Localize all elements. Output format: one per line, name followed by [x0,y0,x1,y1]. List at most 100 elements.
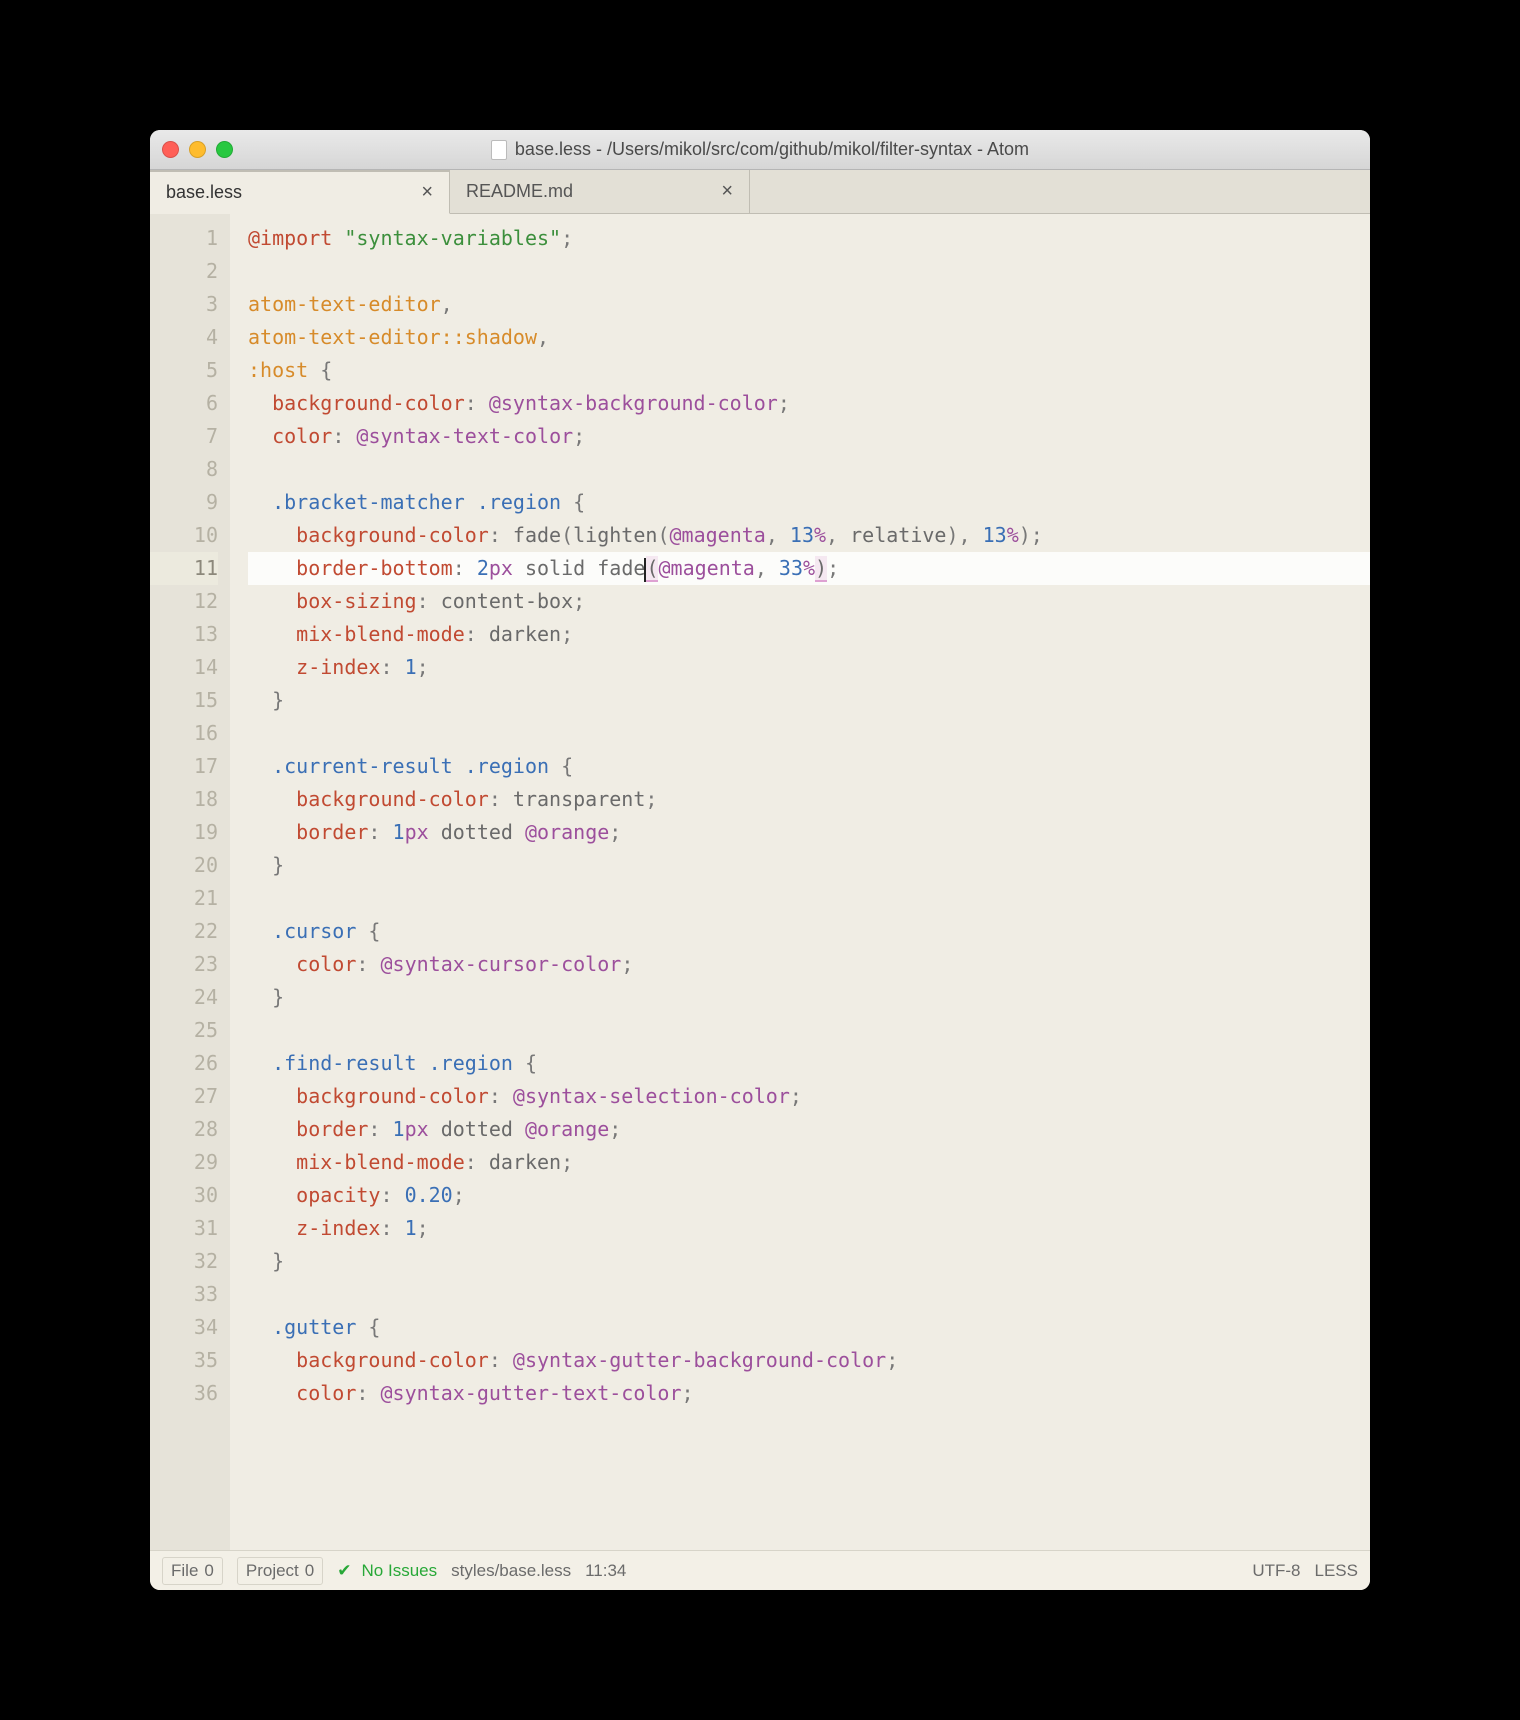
line-number[interactable]: 10 [150,519,218,552]
code-line[interactable]: mix-blend-mode: darken; [248,618,1370,651]
code-line[interactable]: background-color: fade(lighten(@magenta,… [248,519,1370,552]
code-line[interactable]: atom-text-editor, [248,288,1370,321]
line-number[interactable]: 15 [150,684,218,717]
code-line[interactable]: background-color: @syntax-selection-colo… [248,1080,1370,1113]
code-line[interactable]: color: @syntax-text-color; [248,420,1370,453]
status-project-label: Project [246,1561,299,1581]
code-line[interactable]: border-bottom: 2px solid fade(@magenta, … [248,552,1370,585]
code-line[interactable]: z-index: 1; [248,651,1370,684]
line-number[interactable]: 2 [150,255,218,288]
line-number[interactable]: 32 [150,1245,218,1278]
line-number[interactable]: 9 [150,486,218,519]
line-number[interactable]: 28 [150,1113,218,1146]
status-encoding[interactable]: UTF-8 [1252,1561,1300,1581]
line-number[interactable]: 13 [150,618,218,651]
line-number[interactable]: 1 [150,222,218,255]
code-line[interactable]: .cursor { [248,915,1370,948]
zoom-window-button[interactable] [216,141,233,158]
code-line[interactable]: } [248,1245,1370,1278]
code-line[interactable]: border: 1px dotted @orange; [248,1113,1370,1146]
code-line[interactable] [248,882,1370,915]
code-line[interactable] [248,1014,1370,1047]
code-line[interactable]: background-color: @syntax-background-col… [248,387,1370,420]
window-title-text: base.less - /Users/mikol/src/com/github/… [515,139,1029,160]
tab-readme-md[interactable]: README.md × [450,170,750,213]
code-line[interactable]: mix-blend-mode: darken; [248,1146,1370,1179]
code-line[interactable]: } [248,684,1370,717]
code-line[interactable]: opacity: 0.20; [248,1179,1370,1212]
line-number[interactable]: 24 [150,981,218,1014]
tab-base-less[interactable]: base.less × [150,170,450,214]
text-editor[interactable]: 1234567891011121314151617181920212223242… [150,214,1370,1550]
code-line[interactable]: } [248,981,1370,1014]
code-line[interactable]: border: 1px dotted @orange; [248,816,1370,849]
code-line[interactable] [248,1278,1370,1311]
line-number[interactable]: 20 [150,849,218,882]
line-number[interactable]: 14 [150,651,218,684]
tab-bar: base.less × README.md × [150,170,1370,214]
line-number[interactable]: 6 [150,387,218,420]
code-line[interactable]: .current-result .region { [248,750,1370,783]
line-number[interactable]: 22 [150,915,218,948]
status-issues[interactable]: No Issues [337,1561,437,1581]
code-line[interactable]: .find-result .region { [248,1047,1370,1080]
status-file-label: File [171,1561,198,1581]
line-number[interactable]: 23 [150,948,218,981]
window-title: base.less - /Users/mikol/src/com/github/… [150,139,1370,160]
close-window-button[interactable] [162,141,179,158]
line-number[interactable]: 17 [150,750,218,783]
code-line[interactable] [248,453,1370,486]
titlebar: base.less - /Users/mikol/src/com/github/… [150,130,1370,170]
minimize-window-button[interactable] [189,141,206,158]
code-line[interactable] [248,717,1370,750]
line-number[interactable]: 19 [150,816,218,849]
traffic-lights [162,141,233,158]
line-number[interactable]: 11 [150,552,218,585]
line-number[interactable]: 16 [150,717,218,750]
line-number[interactable]: 26 [150,1047,218,1080]
line-number[interactable]: 27 [150,1080,218,1113]
line-number-gutter: 1234567891011121314151617181920212223242… [150,214,230,1550]
check-icon [337,1561,355,1581]
code-line[interactable]: :host { [248,354,1370,387]
status-project-linter[interactable]: Project 0 [237,1557,323,1585]
close-icon[interactable]: × [421,181,433,204]
line-number[interactable]: 36 [150,1377,218,1410]
code-line[interactable]: @import "syntax-variables"; [248,222,1370,255]
tab-label: base.less [166,182,242,203]
status-project-count: 0 [305,1561,314,1581]
code-line[interactable]: box-sizing: content-box; [248,585,1370,618]
line-number[interactable]: 3 [150,288,218,321]
line-number[interactable]: 33 [150,1278,218,1311]
close-icon[interactable]: × [721,180,733,203]
code-area[interactable]: @import "syntax-variables"; atom-text-ed… [230,214,1370,1550]
code-line[interactable]: atom-text-editor::shadow, [248,321,1370,354]
status-cursor-position[interactable]: 11:34 [585,1561,626,1581]
line-number[interactable]: 29 [150,1146,218,1179]
code-line[interactable]: .bracket-matcher .region { [248,486,1370,519]
code-line[interactable]: color: @syntax-cursor-color; [248,948,1370,981]
code-line[interactable]: z-index: 1; [248,1212,1370,1245]
status-grammar[interactable]: LESS [1315,1561,1358,1581]
line-number[interactable]: 30 [150,1179,218,1212]
line-number[interactable]: 25 [150,1014,218,1047]
line-number[interactable]: 18 [150,783,218,816]
line-number[interactable]: 7 [150,420,218,453]
line-number[interactable]: 31 [150,1212,218,1245]
line-number[interactable]: 34 [150,1311,218,1344]
status-file-linter[interactable]: File 0 [162,1557,223,1585]
line-number[interactable]: 35 [150,1344,218,1377]
code-line[interactable]: .gutter { [248,1311,1370,1344]
code-line[interactable]: } [248,849,1370,882]
status-issues-text: No Issues [362,1561,438,1581]
line-number[interactable]: 4 [150,321,218,354]
code-line[interactable] [248,255,1370,288]
line-number[interactable]: 12 [150,585,218,618]
line-number[interactable]: 5 [150,354,218,387]
line-number[interactable]: 8 [150,453,218,486]
line-number[interactable]: 21 [150,882,218,915]
status-file-path[interactable]: styles/base.less [451,1561,571,1581]
code-line[interactable]: color: @syntax-gutter-text-color; [248,1377,1370,1410]
code-line[interactable]: background-color: transparent; [248,783,1370,816]
code-line[interactable]: background-color: @syntax-gutter-backgro… [248,1344,1370,1377]
